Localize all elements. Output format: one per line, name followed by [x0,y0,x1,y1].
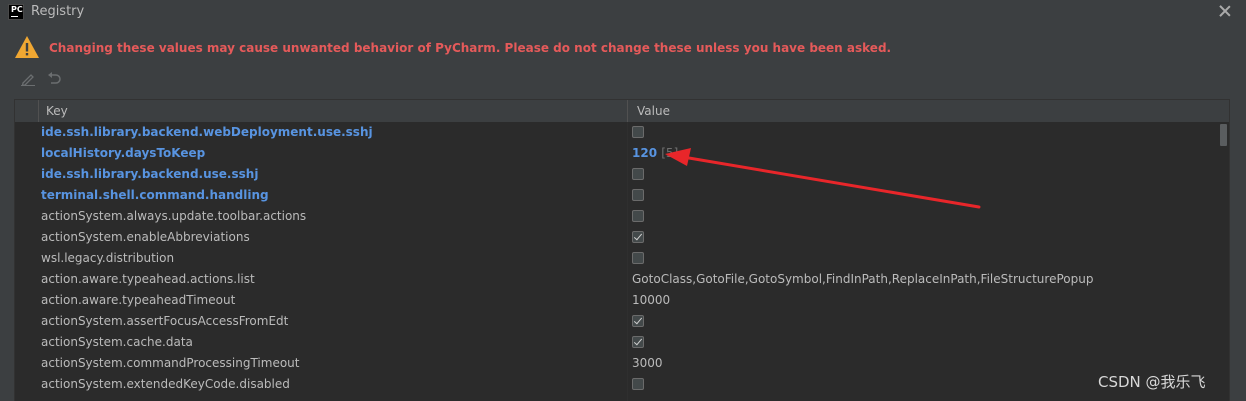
row-value[interactable]: 3000 [632,356,663,370]
table-row[interactable]: localHistory.daysToKeep 120 [5] [15,143,1217,164]
column-header-key[interactable]: Key [46,104,68,118]
registry-table: Key Value ide.ssh.library.backend.webDep… [14,99,1230,401]
table-header: Key Value [15,100,1229,123]
value-checkbox[interactable] [632,168,644,180]
vertical-scrollbar[interactable] [1217,122,1229,401]
row-value-text: 120 [632,146,658,160]
row-key: actionSystem.always.update.toolbar.actio… [41,209,307,223]
close-icon[interactable] [1218,4,1232,18]
row-key: actionSystem.enableAbbreviations [41,230,250,244]
row-value-text: 10000 [632,293,671,307]
row-key: localHistory.daysToKeep [41,146,206,160]
header-separator [38,100,39,122]
value-checkbox[interactable] [632,210,644,222]
value-checkbox[interactable] [632,231,644,243]
row-key: action.aware.typeaheadTimeout [41,293,236,307]
table-row[interactable]: ide.ssh.library.backend.use.sshj [15,164,1217,185]
warning-message: Changing these values may cause unwanted… [49,41,892,55]
table-row[interactable]: actionSystem.always.update.toolbar.actio… [15,206,1217,227]
row-key: actionSystem.assertFocusAccessFromEdt [41,314,289,328]
table-row[interactable]: actionSystem.cache.data [15,332,1217,353]
row-key: wsl.legacy.distribution [41,251,175,265]
csdn-watermark: CSDN @我乐飞 [1098,373,1206,391]
scrollbar-thumb[interactable] [1220,124,1227,146]
row-key: action.aware.typeahead.actions.list [41,272,255,286]
table-row[interactable]: actionSystem.extendedKeyCode.disabled [15,374,1217,395]
pycharm-app-icon: PC [8,4,24,20]
row-value[interactable]: GotoClass,GotoFile,GotoSymbol,FindInPath… [632,272,1093,286]
warning-icon [15,36,39,58]
table-row[interactable]: actionSystem.assertFocusAccessFromEdt [15,311,1217,332]
window-title: Registry [31,4,85,19]
value-checkbox[interactable] [632,189,644,201]
row-value[interactable]: 120 [5] [632,146,678,160]
value-checkbox[interactable] [632,378,644,390]
table-row[interactable]: actionSystem.commandProcessingTimeout 300… [15,353,1217,374]
table-row[interactable]: action.aware.typeaheadTimeout 10000 [15,290,1217,311]
title-bar: PC Registry [0,0,1246,24]
row-key: actionSystem.extendedKeyCode.disabled [41,377,290,391]
value-checkbox[interactable] [632,315,644,327]
column-header-value[interactable]: Value [637,104,670,118]
app-icon-label: PC [11,5,23,14]
table-body: ide.ssh.library.backend.webDeployment.us… [15,122,1217,395]
row-key: actionSystem.cache.data [41,335,193,349]
row-value[interactable]: 10000 [632,293,670,307]
table-row[interactable]: terminal.shell.command.handling [15,185,1217,206]
row-key: ide.ssh.library.backend.use.sshj [41,167,259,181]
row-value-text: GotoClass,GotoFile,GotoSymbol,FindInPath… [632,272,1094,286]
row-key: terminal.shell.command.handling [41,188,269,202]
table-row[interactable]: wsl.legacy.distribution [15,248,1217,269]
row-default-value: [5] [661,146,679,160]
table-row[interactable]: action.aware.typeahead.actions.list GotoC… [15,269,1217,290]
row-key: actionSystem.commandProcessingTimeout [41,356,300,370]
table-row[interactable]: ide.ssh.library.backend.webDeployment.us… [15,122,1217,143]
value-checkbox[interactable] [632,252,644,264]
row-value-text: 3000 [632,356,663,370]
value-checkbox[interactable] [632,126,644,138]
edit-icon[interactable] [20,72,36,86]
row-key: ide.ssh.library.backend.webDeployment.us… [41,125,373,139]
undo-icon[interactable] [46,72,62,86]
value-checkbox[interactable] [632,336,644,348]
table-row[interactable]: actionSystem.enableAbbreviations [15,227,1217,248]
header-separator [627,100,628,122]
